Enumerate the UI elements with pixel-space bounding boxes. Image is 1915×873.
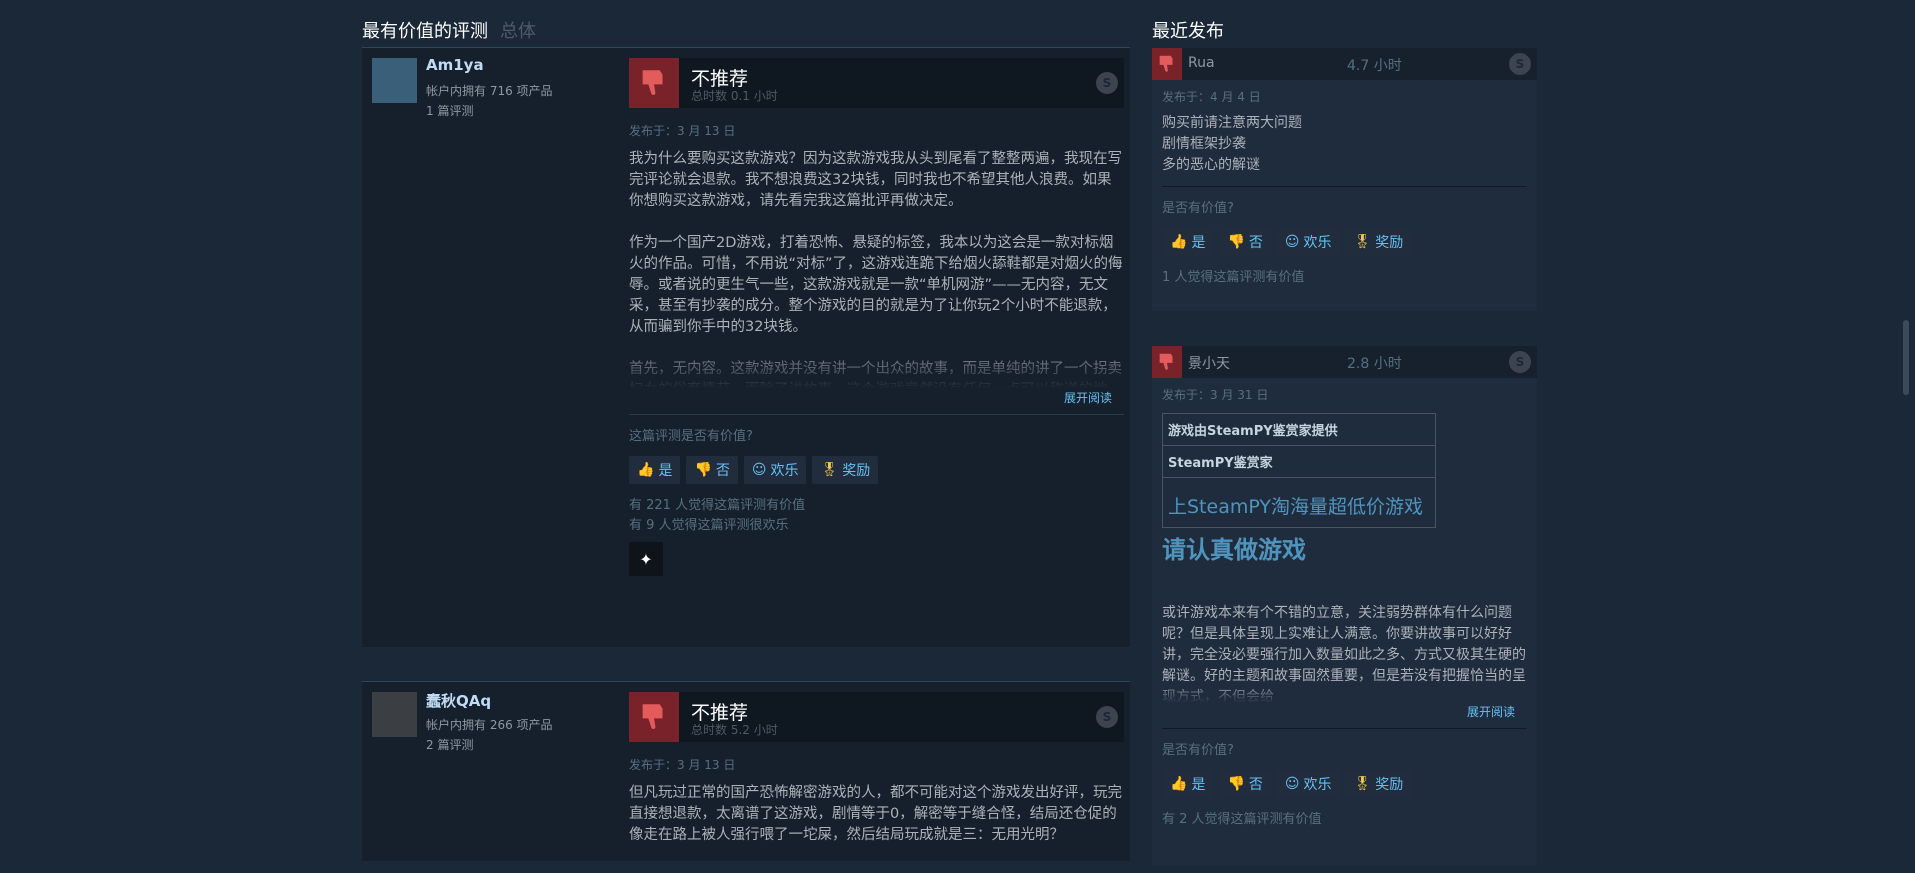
vote-yes-button[interactable]: 👍 是 <box>1162 228 1214 256</box>
review-body: 或许游戏本来有个不错的立意，关注弱势群体有什么问题呢？但是具体呈现上实难让人满意… <box>1162 605 1526 703</box>
most-helpful-header: 最有价值的评测 总体 <box>362 17 536 43</box>
recent-header: 最近发布 <box>1152 21 1224 42</box>
label: 奖励 <box>1375 777 1404 793</box>
avatar[interactable] <box>372 692 417 737</box>
vote-yes-button[interactable]: 👍 是 <box>629 456 681 484</box>
thumbs-up-icon: 👍 <box>1170 234 1188 250</box>
thumbs-down-icon <box>1152 48 1182 80</box>
info-table: 游戏由SteamPY鉴赏家提供 SteamPY鉴赏家 上SteamPY淘海量超低… <box>1162 413 1436 528</box>
thumbs-down-icon <box>1152 346 1182 378</box>
avatar[interactable] <box>372 58 417 103</box>
review-count[interactable]: 2 篇评测 <box>426 736 473 753</box>
reviewer-name[interactable]: Am1ya <box>426 56 484 74</box>
hours-played: 总时数 5.2 小时 <box>691 723 778 737</box>
helpful-question: 是否有价值? <box>1162 201 1234 216</box>
reviewer-name[interactable]: Rua <box>1188 55 1215 71</box>
divider <box>1162 728 1527 729</box>
vote-no-button[interactable]: 👎 否 <box>1219 228 1271 256</box>
thumbs-up-icon: 👍 <box>637 462 655 478</box>
label: 否 <box>1248 235 1263 251</box>
funny-count: 有 9 人觉得这篇评测很欢乐 <box>629 518 789 533</box>
review-body: 购买前请注意两大问题 剧情框架抄袭 多的恶心的解谜 <box>1162 115 1302 173</box>
verdict-header[interactable]: 不推荐 总时数 0.1 小时 S <box>629 58 1124 108</box>
award-icon: 🎖 <box>820 462 839 478</box>
section-title: 最有价值的评测 <box>362 21 488 42</box>
award-badge-icon[interactable]: ✦ <box>629 542 663 576</box>
label: 是 <box>658 463 673 479</box>
thumbs-down-icon <box>629 58 679 108</box>
divider <box>1162 186 1527 187</box>
hours-played: 总时数 0.1 小时 <box>691 89 778 103</box>
hours-played: 2.8 小时 <box>1347 356 1402 372</box>
expand-link[interactable]: 展开阅读 <box>1162 703 1515 720</box>
vote-funny-button[interactable]: ☺ 欢乐 <box>743 456 807 484</box>
steam-icon: S <box>1096 72 1118 94</box>
smiley-icon: ☺ <box>1284 234 1300 250</box>
helpful-question: 这篇评测是否有价值? <box>629 429 753 444</box>
review-header[interactable]: 景小天 2.8 小时 S <box>1152 346 1537 378</box>
label: 否 <box>715 463 730 479</box>
post-date: 发布于：3 月 13 日 <box>629 758 736 772</box>
thumbs-down-icon: 👎 <box>1227 234 1245 250</box>
thumbs-down-icon <box>629 692 679 742</box>
post-date: 发布于：3 月 31 日 <box>1162 388 1269 402</box>
thumbs-up-icon: 👍 <box>1170 776 1188 792</box>
products-owned: 帐户内拥有 266 项产品 <box>426 718 553 732</box>
steam-icon: S <box>1096 706 1118 728</box>
smiley-icon: ☺ <box>751 462 767 478</box>
helpful-count: 有 2 人觉得这篇评测有价值 <box>1162 812 1322 827</box>
divider <box>629 414 1124 415</box>
post-date: 发布于：4 月 4 日 <box>1162 90 1261 104</box>
helpful-count: 有 221 人觉得这篇评测有价值 <box>629 498 806 513</box>
vote-funny-button[interactable]: ☺ 欢乐 <box>1276 770 1340 798</box>
thumbs-down-icon: 👎 <box>694 462 712 478</box>
table-cell: 上SteamPY淘海量超低价游戏 <box>1168 496 1423 518</box>
label: 欢乐 <box>1303 777 1332 793</box>
vote-funny-button[interactable]: ☺ 欢乐 <box>1276 228 1340 256</box>
review-body: 但凡玩过正常的国产恐怖解密游戏的人，都不可能对这个游戏发出好评，玩完直接想退款，… <box>629 785 1122 843</box>
helpful-question: 是否有价值? <box>1162 743 1234 758</box>
recent-review-card: 景小天 2.8 小时 S 发布于：3 月 31 日 游戏由SteamPY鉴赏家提… <box>1152 346 1537 866</box>
label: 欢乐 <box>770 463 799 479</box>
award-button[interactable]: 🎖 奖励 <box>1345 770 1412 798</box>
label: 奖励 <box>1375 235 1404 251</box>
review-header[interactable]: Rua 4.7 小时 S <box>1152 48 1537 80</box>
verdict-header[interactable]: 不推荐 总时数 5.2 小时 S <box>629 692 1124 742</box>
award-icon: 🎖 <box>1353 776 1372 792</box>
label: 是 <box>1191 777 1206 793</box>
smiley-icon: ☺ <box>1284 776 1300 792</box>
label: 否 <box>1248 777 1263 793</box>
post-date: 发布于：3 月 13 日 <box>629 124 736 138</box>
reviewer-name[interactable]: 蠢秋QAq <box>426 690 491 711</box>
table-cell: 游戏由SteamPY鉴赏家提供 <box>1163 414 1435 446</box>
review-body: 我为什么要购买这款游戏？因为这款游戏我从头到尾看了整整两遍，我现在写完评论就会退… <box>629 151 1123 389</box>
steam-icon: S <box>1509 53 1531 75</box>
reviewer-name[interactable]: 景小天 <box>1188 353 1230 373</box>
helpful-count: 1 人觉得这篇评测有价值 <box>1162 270 1305 285</box>
vote-no-button[interactable]: 👎 否 <box>686 456 738 484</box>
review-card: 蠢秋QAq 帐户内拥有 266 项产品 2 篇评测 不推荐 总时数 5.2 小时… <box>362 681 1130 861</box>
products-owned: 帐户内拥有 716 项产品 <box>426 84 553 98</box>
award-button[interactable]: 🎖 奖励 <box>812 456 879 484</box>
award-button[interactable]: 🎖 奖励 <box>1345 228 1412 256</box>
recent-review-card: Rua 4.7 小时 S 发布于：4 月 4 日 购买前请注意两大问题 剧情框架… <box>1152 48 1537 311</box>
scrollbar-thumb[interactable] <box>1903 320 1909 395</box>
label: 是 <box>1191 235 1206 251</box>
review-heading: 请认真做游戏 <box>1162 536 1306 564</box>
vote-no-button[interactable]: 👎 否 <box>1219 770 1271 798</box>
filter-overall[interactable]: 总体 <box>500 21 536 42</box>
review-count[interactable]: 1 篇评测 <box>426 102 473 119</box>
steam-icon: S <box>1509 351 1531 373</box>
review-card: Am1ya 帐户内拥有 716 项产品 1 篇评测 不推荐 总时数 0.1 小时… <box>362 47 1130 647</box>
label: 奖励 <box>842 463 871 479</box>
award-icon: 🎖 <box>1353 234 1372 250</box>
thumbs-down-icon: 👎 <box>1227 776 1245 792</box>
vote-yes-button[interactable]: 👍 是 <box>1162 770 1214 798</box>
table-cell: SteamPY鉴赏家 <box>1163 446 1435 478</box>
label: 欢乐 <box>1303 235 1332 251</box>
expand-link[interactable]: 展开阅读 <box>629 389 1112 406</box>
hours-played: 4.7 小时 <box>1347 58 1402 74</box>
